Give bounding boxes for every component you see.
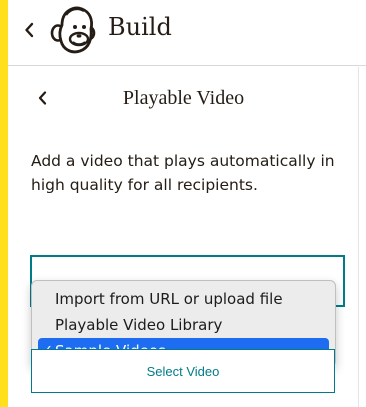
panel-title: Playable Video: [122, 87, 245, 109]
select-video-button[interactable]: Select Video: [31, 349, 335, 393]
playable-video-panel: Playable Video Add a video that plays au…: [8, 67, 359, 407]
option-label: Playable Video Library: [55, 316, 223, 334]
page-title: Build: [108, 13, 172, 41]
top-header: Build: [8, 0, 366, 66]
dropdown-option-import[interactable]: Import from URL or upload file: [38, 286, 329, 312]
chevron-left-icon[interactable]: [20, 19, 38, 41]
mailchimp-logo-icon: [46, 3, 102, 55]
dropdown-option-library[interactable]: Playable Video Library: [38, 312, 329, 338]
accent-stripe: [0, 0, 8, 407]
app-page: Build Playable Video Add a video that pl…: [0, 0, 366, 407]
panel-description: Add a video that plays automatically in …: [31, 152, 335, 194]
option-label: Import from URL or upload file: [55, 290, 283, 308]
